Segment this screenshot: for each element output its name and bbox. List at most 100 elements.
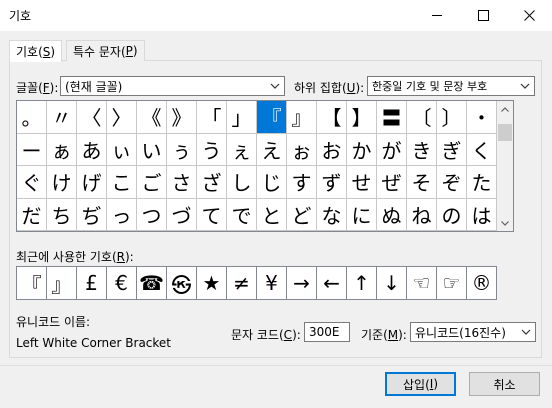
symbol-cell[interactable]: ぇ [227,133,257,166]
symbol-cell[interactable]: ぜ [377,166,407,199]
symbol-cell[interactable]: 「 [197,101,227,134]
subset-select[interactable]: 한중일 기호 및 문장 부호 [367,76,535,96]
symbol-cell[interactable]: ぬ [377,198,407,231]
recent-symbol[interactable]: ® [466,266,497,300]
recent-symbol[interactable]: → [286,266,317,300]
symbol-cell[interactable]: け [47,166,77,199]
symbol-cell[interactable]: 》 [167,101,197,134]
symbol-cell[interactable]: 【 [317,101,347,134]
tab-symbols[interactable]: 기호(S) [9,40,63,62]
symbol-cell[interactable]: 」 [227,101,257,134]
symbol-cell[interactable]: き [407,133,437,166]
symbol-cell[interactable]: た [467,166,497,199]
symbol-cell[interactable]: ざ [197,166,227,199]
recent-symbol[interactable]: ↑ [346,266,377,300]
symbol-cell[interactable]: ぅ [167,133,197,166]
symbol-cell[interactable]: が [377,133,407,166]
symbol-cell[interactable]: え [257,133,287,166]
insert-button[interactable]: 삽입(I) [385,372,456,396]
recent-symbol[interactable]: 『 [16,266,47,300]
symbol-cell[interactable]: ・ [467,101,497,134]
symbol-cell[interactable]: つ [137,198,167,231]
tab-special-chars[interactable]: 특수 문자(P) [66,40,145,61]
recent-symbol[interactable]: £ [76,266,107,300]
symbol-cell[interactable]: じ [257,166,287,199]
recent-label: 최근에 사용한 기호(R): [16,248,134,265]
symbol-cell[interactable]: ぎ [437,133,467,166]
symbol-cell[interactable]: ず [317,166,347,199]
symbol-cell[interactable]: い [137,133,167,166]
recent-symbol[interactable]: ☎ [136,266,167,300]
symbol-cell[interactable]: 〕 [437,101,467,134]
symbol-cell[interactable]: ぉ [287,133,317,166]
basis-select[interactable]: 유니코드(16진수) [410,322,536,342]
symbol-cell[interactable]: あ [77,133,107,166]
symbol-cell[interactable]: ね [407,198,437,231]
symbol-cell[interactable]: 』 [287,101,317,134]
symbol-cell[interactable]: づ [167,198,197,231]
recent-symbol[interactable]: ★ [196,266,227,300]
symbol-cell[interactable]: か [347,133,377,166]
recent-symbol[interactable]: 』 [46,266,77,300]
symbol-cell[interactable]: だ [17,198,47,231]
recent-symbol[interactable]: € [106,266,137,300]
recent-symbol[interactable]: ← [316,266,347,300]
recent-symbol[interactable]: ☜ [406,266,437,300]
font-select[interactable]: (현재 글꼴) [60,76,285,96]
symbol-cell[interactable]: こ [107,166,137,199]
symbol-cell[interactable]: 『 [257,101,287,134]
recent-symbol[interactable]: ≠ [226,266,257,300]
symbol-cell[interactable]: の [437,198,467,231]
recent-symbol[interactable]: ↓ [376,266,407,300]
symbol-cell[interactable]: な [317,198,347,231]
char-code-input[interactable]: 300E [304,322,350,342]
symbol-grid[interactable]: 。〃〈〉《》「」『』【】〓〔〕・ーぁあぃいぅうぇえぉおかがきぎくぐけげこごさざし… [16,100,497,232]
scroll-down-button[interactable] [497,215,513,231]
symbol-cell[interactable]: 〉 [107,101,137,134]
symbol-cell[interactable]: 〓 [377,101,407,134]
symbol-cell[interactable]: 】 [347,101,377,134]
symbol-cell[interactable]: 《 [137,101,167,134]
maximize-button[interactable] [460,0,506,31]
symbol-cell[interactable]: て [197,198,227,231]
symbol-cell[interactable]: っ [107,198,137,231]
recent-symbol[interactable]: ¥ [256,266,287,300]
symbol-cell[interactable]: げ [77,166,107,199]
symbol-cell[interactable]: お [317,133,347,166]
cancel-button[interactable]: 취소 [469,372,540,396]
symbol-cell[interactable]: で [227,198,257,231]
recent-symbol[interactable]: ㉿ [166,266,197,300]
scroll-up-icon [501,106,509,112]
symbol-cell[interactable]: ぃ [107,133,137,166]
symbol-cell[interactable]: は [467,198,497,231]
scroll-up-button[interactable] [497,101,513,117]
symbol-cell[interactable]: く [467,133,497,166]
symbol-cell[interactable]: さ [167,166,197,199]
symbol-cell[interactable]: し [227,166,257,199]
symbol-cell[interactable]: ぁ [47,133,77,166]
symbol-cell[interactable]: ど [287,198,317,231]
symbol-cell[interactable]: と [257,198,287,231]
symbol-cell[interactable]: 〃 [47,101,77,134]
close-button[interactable] [506,0,552,31]
symbol-cell[interactable]: す [287,166,317,199]
vertical-scrollbar[interactable] [497,100,514,232]
minimize-button[interactable] [414,0,460,31]
symbol-cell[interactable]: に [347,198,377,231]
symbol-cell[interactable]: ち [47,198,77,231]
symbol-cell[interactable]: せ [347,166,377,199]
symbol-cell[interactable]: ぐ [17,166,47,199]
symbol-cell[interactable]: 〈 [77,101,107,134]
symbol-cell[interactable]: う [197,133,227,166]
symbol-cell[interactable]: ぢ [77,198,107,231]
symbol-cell[interactable]: ー [17,133,47,166]
recent-symbol[interactable]: ☞ [436,266,467,300]
symbol-cell[interactable]: 〔 [407,101,437,134]
char-code-label-post: ): [292,328,301,342]
unicode-name-label: 유니코드 이름: [16,315,91,329]
symbol-cell[interactable]: ご [137,166,167,199]
symbol-cell[interactable]: そ [407,166,437,199]
symbol-cell[interactable]: ぞ [437,166,467,199]
scroll-thumb[interactable] [498,124,512,141]
symbol-cell[interactable]: 。 [17,101,47,134]
